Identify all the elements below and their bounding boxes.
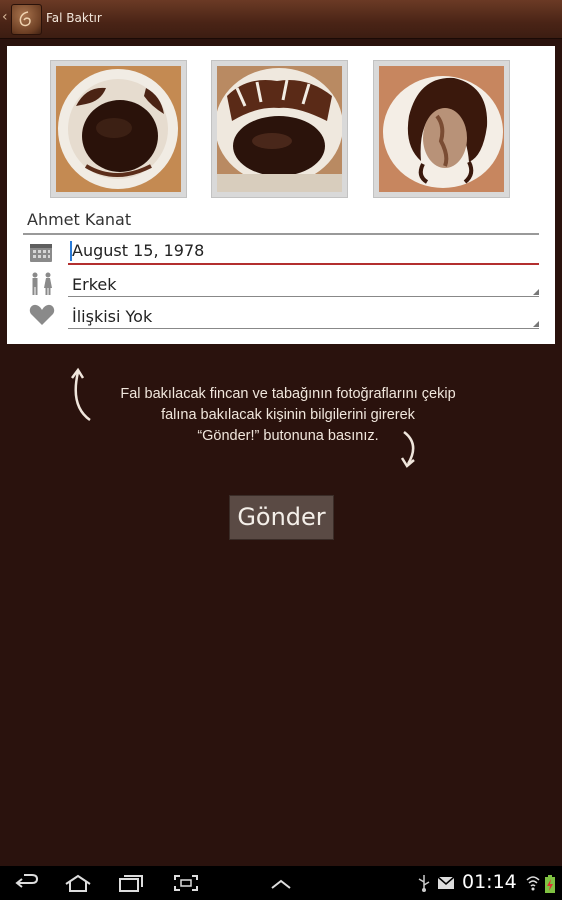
hint-line-1: Fal bakılacak fincan ve tabağının fotoğr… xyxy=(120,386,456,402)
system-navigation-bar: 01:14 xyxy=(0,866,562,900)
saucer-photo[interactable] xyxy=(373,60,510,198)
heart-icon xyxy=(29,304,55,330)
screenshot-icon[interactable] xyxy=(173,874,199,892)
wifi-icon xyxy=(526,876,540,891)
back-icon[interactable] xyxy=(14,874,40,892)
birthdate-underline xyxy=(68,263,539,265)
instruction-hint: Fal bakılacak fincan ve tabağının fotoğr… xyxy=(80,384,496,447)
back-chevron-icon[interactable]: ‹ xyxy=(2,9,8,25)
cup-photo-1[interactable] xyxy=(50,60,187,198)
usb-icon xyxy=(418,875,430,892)
relationship-underline xyxy=(68,328,539,329)
hint-line-2: falına bakılacak kişinin bilgilerini gir… xyxy=(161,407,415,423)
gender-spinner[interactable]: Erkek xyxy=(72,275,117,294)
gender-underline xyxy=(68,296,539,297)
fortune-form-panel: Ahmet Kanat August 15, 1978 Erkek İlişki… xyxy=(7,46,555,344)
gender-icon xyxy=(29,272,55,300)
app-logo-icon[interactable] xyxy=(11,4,42,35)
clock: 01:14 xyxy=(462,871,517,893)
name-field[interactable]: Ahmet Kanat xyxy=(27,210,131,229)
name-field-underline xyxy=(23,233,539,235)
chevron-up-icon[interactable] xyxy=(270,878,292,890)
calendar-icon xyxy=(29,241,53,267)
battery-charging-icon xyxy=(545,875,555,893)
relationship-dropdown-arrow-icon xyxy=(533,321,539,327)
send-button[interactable]: Gönder xyxy=(229,495,334,540)
birthdate-field[interactable]: August 15, 1978 xyxy=(72,241,204,260)
curved-arrow-down-icon xyxy=(400,431,415,468)
mail-icon xyxy=(437,876,455,889)
relationship-spinner[interactable]: İlişkisi Yok xyxy=(72,307,152,326)
gender-dropdown-arrow-icon xyxy=(533,289,539,295)
recent-apps-icon[interactable] xyxy=(118,874,144,892)
cup-photo-2[interactable] xyxy=(211,60,348,198)
action-bar: ‹ Fal Baktır xyxy=(0,0,562,39)
app-title: Fal Baktır xyxy=(46,11,102,25)
home-icon[interactable] xyxy=(64,874,92,892)
hint-line-3: “Gönder!” butonuna basınız. xyxy=(197,428,379,444)
